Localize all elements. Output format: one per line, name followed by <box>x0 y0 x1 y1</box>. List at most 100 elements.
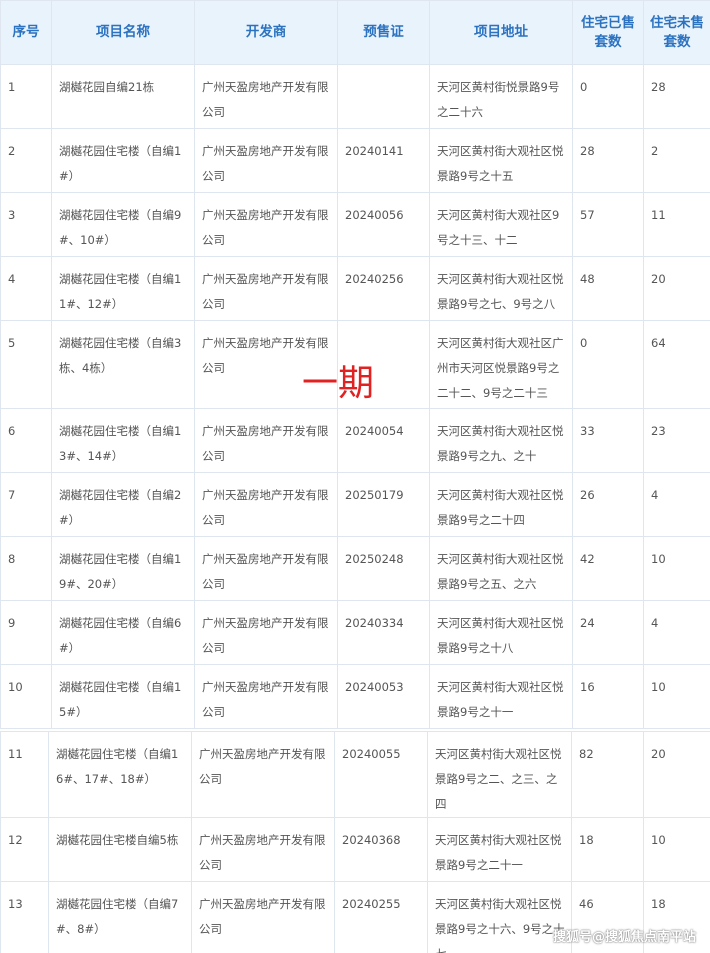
cell-presale-cert: 20240055 <box>334 731 428 818</box>
table-row: 7 湖樾花园住宅楼（自编2#） 广州天盈房地产开发有限公司 20250179 天河区黄村… <box>0 472 710 537</box>
cell-address: 天河区黄村街大观社区悦景路9号之七、9号之八 <box>429 256 573 321</box>
cell-project-name: 湖樾花园住宅楼（自编11#、12#） <box>51 256 195 321</box>
cell-unsold-units: 23 <box>643 408 710 473</box>
cell-sold-units: 82 <box>571 731 644 818</box>
cell-developer: 广州天盈房地产开发有限公司 <box>194 192 338 257</box>
cell-address: 天河区黄村街大观社区9号之十三、十二 <box>429 192 573 257</box>
table-row: 4 湖樾花园住宅楼（自编11#、12#） 广州天盈房地产开发有限公司 20240256… <box>0 256 710 321</box>
cell-sold-units: 57 <box>572 192 644 257</box>
cell-project-name: 湖樾花园住宅楼（自编16#、17#、18#） <box>48 731 192 818</box>
cell-address: 天河区黄村街大观社区悦景路9号之二十四 <box>429 472 573 537</box>
cell-unsold-units: 11 <box>643 192 710 257</box>
cell-index: 1 <box>0 64 52 129</box>
presale-table-part2: 11 湖樾花园住宅楼（自编16#、17#、18#） 广州天盈房地产开发有限公司 202… <box>0 731 710 953</box>
cell-developer: 广州天盈房地产开发有限公司 <box>191 817 335 882</box>
cell-project-name: 湖樾花园住宅楼（自编6#） <box>51 600 195 665</box>
table-row: 12 湖樾花园住宅楼自编5栋 广州天盈房地产开发有限公司 20240368 天河区黄村街… <box>0 817 710 882</box>
cell-unsold-units: 28 <box>643 64 710 129</box>
cell-unsold-units: 20 <box>643 256 710 321</box>
cell-presale-cert: 20250248 <box>337 536 430 601</box>
header-presale-cert: 预售证 <box>337 0 430 65</box>
cell-project-name: 湖樾花园住宅楼（自编3栋、4栋） <box>51 320 195 409</box>
cell-index: 8 <box>0 536 52 601</box>
cell-sold-units: 42 <box>572 536 644 601</box>
cell-developer: 广州天盈房地产开发有限公司 <box>194 256 338 321</box>
cell-presale-cert: 20240255 <box>334 881 428 953</box>
table-header-row: 序号 项目名称 开发商 预售证 项目地址 住宅已售套数 住宅未售套数 <box>0 0 710 65</box>
table-row: 6 湖樾花园住宅楼（自编13#、14#） 广州天盈房地产开发有限公司 20240054… <box>0 408 710 473</box>
cell-presale-cert: 20250179 <box>337 472 430 537</box>
cell-index: 3 <box>0 192 52 257</box>
header-address: 项目地址 <box>429 0 573 65</box>
cell-developer: 广州天盈房地产开发有限公司 <box>194 664 338 729</box>
cell-sold-units: 18 <box>571 817 644 882</box>
cell-sold-units: 28 <box>572 128 644 193</box>
header-index: 序号 <box>0 0 52 65</box>
table-row: 9 湖樾花园住宅楼（自编6#） 广州天盈房地产开发有限公司 20240334 天河区黄村… <box>0 600 710 665</box>
cell-developer: 广州天盈房地产开发有限公司 <box>194 536 338 601</box>
cell-developer: 广州天盈房地产开发有限公司 <box>194 600 338 665</box>
cell-developer: 广州天盈房地产开发有限公司 <box>194 128 338 193</box>
cell-sold-units: 16 <box>572 664 644 729</box>
header-unsold-units: 住宅未售套数 <box>643 0 710 65</box>
cell-project-name: 湖樾花园住宅楼自编5栋 <box>48 817 192 882</box>
cell-index: 4 <box>0 256 52 321</box>
cell-index: 2 <box>0 128 52 193</box>
cell-presale-cert: 20240053 <box>337 664 430 729</box>
cell-sold-units: 26 <box>572 472 644 537</box>
cell-index: 12 <box>0 817 49 882</box>
cell-unsold-units: 4 <box>643 600 710 665</box>
cell-sold-units: 48 <box>572 256 644 321</box>
cell-index: 13 <box>0 881 49 953</box>
table-row: 10 湖樾花园住宅楼（自编15#） 广州天盈房地产开发有限公司 20240053 天河区… <box>0 664 710 729</box>
cell-unsold-units: 10 <box>643 664 710 729</box>
cell-address: 天河区黄村街大观社区悦景路9号之五、之六 <box>429 536 573 601</box>
source-credit: 搜狐号@搜狐焦点南平站 <box>552 930 696 945</box>
cell-developer: 广州天盈房地产开发有限公司 <box>194 64 338 129</box>
cell-address: 天河区黄村街大观社区悦景路9号之十八 <box>429 600 573 665</box>
cell-unsold-units: 20 <box>643 731 710 818</box>
cell-presale-cert: 20240256 <box>337 256 430 321</box>
cell-presale-cert: 20240141 <box>337 128 430 193</box>
cell-address: 天河区黄村街大观社区悦景路9号之十五 <box>429 128 573 193</box>
cell-unsold-units: 64 <box>643 320 710 409</box>
cell-unsold-units: 4 <box>643 472 710 537</box>
cell-developer: 广州天盈房地产开发有限公司 <box>191 731 335 818</box>
cell-sold-units: 0 <box>572 64 644 129</box>
cell-developer: 广州天盈房地产开发有限公司 <box>194 408 338 473</box>
cell-address: 天河区黄村街大观社区悦景路9号之十一 <box>429 664 573 729</box>
header-project-name: 项目名称 <box>51 0 195 65</box>
cell-index: 10 <box>0 664 52 729</box>
cell-presale-cert: 20240368 <box>334 817 428 882</box>
cell-presale-cert <box>337 64 430 129</box>
cell-index: 5 <box>0 320 52 409</box>
cell-presale-cert: 20240056 <box>337 192 430 257</box>
table-row: 1 湖樾花园自编21栋 广州天盈房地产开发有限公司 天河区黄村街悦景路9号之二十六 0 2… <box>0 64 710 129</box>
phase-one-annotation: 一期 <box>302 363 375 404</box>
cell-address: 天河区黄村街大观社区广州市天河区悦景路9号之二十二、9号之二十三 <box>429 320 573 409</box>
cell-developer: 广州天盈房地产开发有限公司 <box>194 472 338 537</box>
cell-project-name: 湖樾花园住宅楼（自编1#） <box>51 128 195 193</box>
cell-unsold-units: 10 <box>643 817 710 882</box>
cell-project-name: 湖樾花园住宅楼（自编7#、8#） <box>48 881 192 953</box>
cell-sold-units: 33 <box>572 408 644 473</box>
cell-presale-cert: 20240054 <box>337 408 430 473</box>
table-row: 2 湖樾花园住宅楼（自编1#） 广州天盈房地产开发有限公司 20240141 天河区黄村… <box>0 128 710 193</box>
table-row: 3 湖樾花园住宅楼（自编9#、10#） 广州天盈房地产开发有限公司 20240056 天… <box>0 192 710 257</box>
cell-unsold-units: 10 <box>643 536 710 601</box>
header-sold-units: 住宅已售套数 <box>572 0 644 65</box>
cell-sold-units: 24 <box>572 600 644 665</box>
cell-presale-cert: 20240334 <box>337 600 430 665</box>
cell-address: 天河区黄村街大观社区悦景路9号之九、之十 <box>429 408 573 473</box>
cell-index: 11 <box>0 731 49 818</box>
cell-index: 6 <box>0 408 52 473</box>
cell-address: 天河区黄村街大观社区悦景路9号之二十一 <box>427 817 572 882</box>
cell-project-name: 湖樾花园住宅楼（自编9#、10#） <box>51 192 195 257</box>
cell-index: 7 <box>0 472 52 537</box>
table-row: 8 湖樾花园住宅楼（自编19#、20#） 广州天盈房地产开发有限公司 20250248… <box>0 536 710 601</box>
cell-project-name: 湖樾花园住宅楼（自编2#） <box>51 472 195 537</box>
cell-sold-units: 0 <box>572 320 644 409</box>
cell-index: 9 <box>0 600 52 665</box>
cell-address: 天河区黄村街悦景路9号之二十六 <box>429 64 573 129</box>
cell-project-name: 湖樾花园住宅楼（自编15#） <box>51 664 195 729</box>
